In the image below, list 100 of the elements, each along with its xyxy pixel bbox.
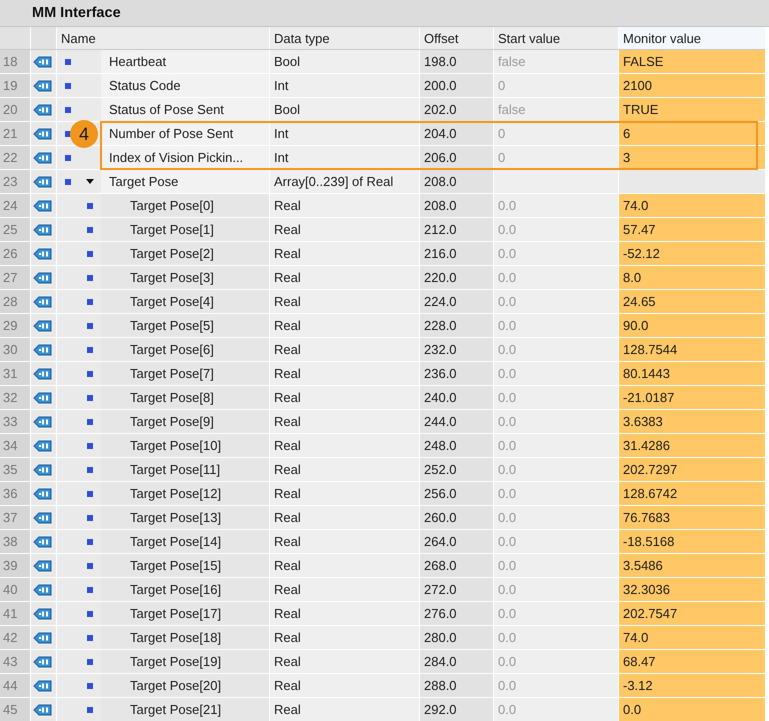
table-cell: 0 (494, 74, 618, 97)
line-number: 28 (0, 290, 30, 313)
column-header[interactable]: Offset (420, 27, 493, 49)
tag-icon (33, 126, 53, 140)
tag-name: Target Pose[18] (130, 630, 222, 645)
tag-name: Status Code (109, 78, 181, 93)
table-cell: 0.0 (494, 434, 618, 457)
tag-icon (33, 438, 53, 452)
table-cell: 272.0 (420, 578, 493, 601)
monitor-value: -3.12 (619, 674, 765, 697)
square-icon (87, 538, 93, 544)
monitor-value: -21.0187 (619, 386, 765, 409)
line-number: 34 (0, 434, 30, 457)
tag-name: Target Pose[13] (130, 510, 222, 525)
table-cell: 224.0 (420, 290, 493, 313)
column-header[interactable]: Start value (494, 27, 618, 49)
tag-icon (33, 102, 53, 116)
table-cell: Real (270, 314, 419, 337)
table-cell: Real (270, 530, 419, 553)
table-cell: Real (270, 482, 419, 505)
monitor-value: 31.4286 (619, 434, 765, 457)
tag-icon (33, 702, 53, 716)
table-cell: 256.0 (420, 482, 493, 505)
tag-name: Status of Pose Sent (109, 102, 224, 117)
tag-icon (33, 270, 53, 284)
column-header[interactable]: Name (57, 27, 269, 49)
square-icon (65, 154, 71, 160)
monitor-value: 8.0 (619, 266, 765, 289)
monitor-value: 80.1443 (619, 362, 765, 385)
tag-name: Number of Pose Sent (109, 126, 234, 141)
table-cell: Real (270, 362, 419, 385)
table-cell: 264.0 (420, 530, 493, 553)
tag-name: Target Pose[5] (130, 318, 214, 333)
table-cell: 0.0 (494, 482, 618, 505)
monitor-value: 2100 (619, 74, 765, 97)
line-number: 40 (0, 578, 30, 601)
square-icon (65, 82, 71, 88)
table-cell: 240.0 (420, 386, 493, 409)
table-cell: 0.0 (494, 530, 618, 553)
table-cell: Real (270, 386, 419, 409)
table-cell: 204.0 (420, 122, 493, 145)
expand-arrow-icon[interactable] (85, 178, 95, 186)
monitor-value: 3 (619, 146, 765, 169)
tag-icon (33, 462, 53, 476)
table-cell: Int (270, 122, 419, 145)
table-cell: 0.0 (494, 410, 618, 433)
table-cell: 202.0 (420, 98, 493, 121)
monitor-value: 0.0 (619, 698, 765, 721)
square-icon (87, 322, 93, 328)
line-number: 21 (0, 122, 30, 145)
column-header[interactable]: Monitor value (619, 27, 765, 49)
table-cell: 198.0 (420, 50, 493, 73)
table-cell: 292.0 (420, 698, 493, 721)
monitor-value: 6 (619, 122, 765, 145)
square-icon (87, 514, 93, 520)
monitor-value: FALSE (619, 50, 765, 73)
monitor-value: 3.6383 (619, 410, 765, 433)
table-cell: 0.0 (494, 314, 618, 337)
monitor-value: -18.5168 (619, 530, 765, 553)
monitor-value: 202.7547 (619, 602, 765, 625)
line-number: 39 (0, 554, 30, 577)
tag-name: Target Pose[16] (130, 582, 222, 597)
tag-icon (33, 174, 53, 188)
tag-name: Target Pose[9] (130, 414, 214, 429)
square-icon (87, 466, 93, 472)
tag-name: Target Pose[10] (130, 438, 222, 453)
tag-name: Target Pose[12] (130, 486, 222, 501)
line-number: 29 (0, 314, 30, 337)
monitor-value: 74.0 (619, 626, 765, 649)
table-cell: 276.0 (420, 602, 493, 625)
monitor-value: 3.5486 (619, 554, 765, 577)
square-icon (87, 634, 93, 640)
square-icon (87, 682, 93, 688)
table-cell: 0.0 (494, 362, 618, 385)
tag-name: Target Pose[19] (130, 654, 222, 669)
table-cell: Real (270, 338, 419, 361)
line-number: 22 (0, 146, 30, 169)
tag-icon (33, 198, 53, 212)
table-cell: 0.0 (494, 674, 618, 697)
tag-name: Target Pose[0] (130, 198, 214, 213)
tag-icon (33, 582, 53, 596)
monitor-value: 74.0 (619, 194, 765, 217)
tag-name: Target Pose[2] (130, 246, 214, 261)
table-cell: 248.0 (420, 434, 493, 457)
table-cell: Real (270, 290, 419, 313)
table-cell: 244.0 (420, 410, 493, 433)
table-cell: 0.0 (494, 218, 618, 241)
column-header[interactable]: Data type (270, 27, 419, 49)
table-cell: 208.0 (420, 194, 493, 217)
line-number: 30 (0, 338, 30, 361)
tag-icon (33, 534, 53, 548)
tag-name: Target Pose[8] (130, 390, 214, 405)
tag-icon (33, 78, 53, 92)
tag-name: Target Pose[1] (130, 222, 214, 237)
table-cell: 0.0 (494, 506, 618, 529)
line-number: 23 (0, 170, 30, 193)
table-cell: Real (270, 194, 419, 217)
table-cell: Bool (270, 98, 419, 121)
monitor-value: 32.3036 (619, 578, 765, 601)
tag-icon (33, 678, 53, 692)
